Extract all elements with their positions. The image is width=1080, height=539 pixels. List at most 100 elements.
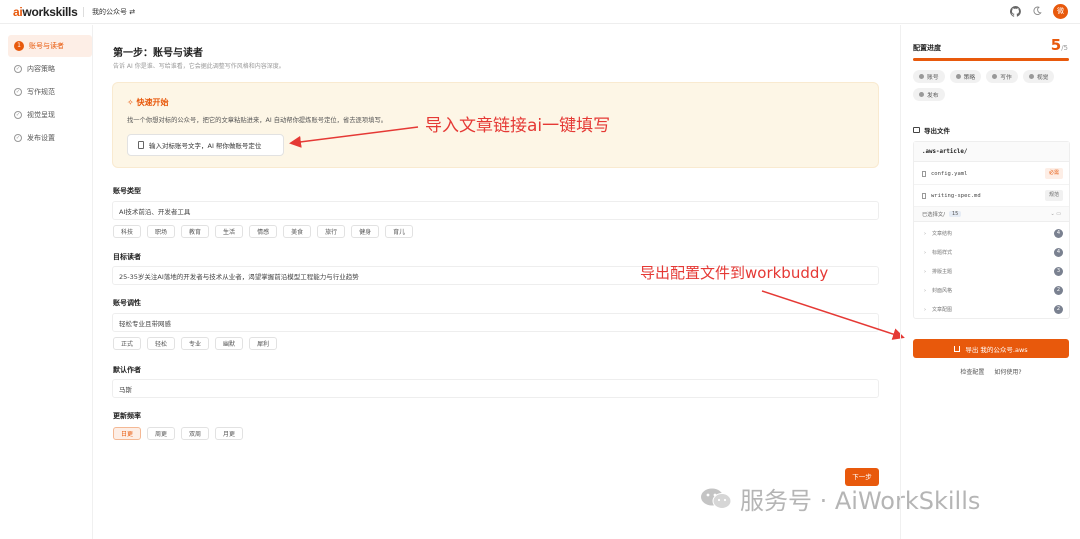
sparkle-icon: ✧: [127, 98, 134, 107]
tag[interactable]: 双周: [181, 427, 210, 440]
count-badge: 3: [1054, 267, 1063, 276]
author-label: 默认作者: [113, 366, 141, 374]
tag[interactable]: 月更: [215, 427, 244, 440]
check-circle-icon: ✓: [14, 134, 22, 142]
github-icon[interactable]: [1009, 5, 1021, 18]
sidebar-item-label: 内容策略: [27, 65, 55, 73]
chevron-right-icon: ›: [924, 287, 926, 294]
progress-bar: [913, 58, 1069, 61]
list-item[interactable]: › 排版主题 3: [914, 262, 1069, 281]
step-number: 1: [14, 41, 24, 51]
sidebar-item-label: 发布设置: [27, 134, 55, 142]
list-item[interactable]: › 封面风格 2: [914, 281, 1069, 300]
account-switcher[interactable]: 我的公众号 ⇄: [92, 7, 135, 17]
progress-chip[interactable]: 策略: [949, 70, 982, 83]
root-folder: .aws-article/: [914, 142, 1069, 162]
file-tree: .aws-article/ config.yaml 必需 writing-spe…: [913, 141, 1070, 319]
selected-files-toggle[interactable]: 已选择文/ 15 ⌄ ▭: [914, 207, 1069, 222]
app-logo[interactable]: aiworkskills: [13, 5, 78, 19]
sidebar-item-strategy[interactable]: ✓ 内容策略: [8, 58, 92, 80]
top-icons: 微: [1009, 4, 1068, 19]
progress-chip[interactable]: 发布: [913, 88, 945, 101]
check-circle-icon: ✓: [14, 111, 22, 119]
chevron-right-icon: ›: [924, 230, 926, 237]
list-item[interactable]: › 标题样式 4: [914, 243, 1069, 262]
check-config-link[interactable]: 检查配置: [960, 367, 984, 376]
frequency-tags: 日更 周更 双周 月更: [113, 427, 244, 440]
annotation-export: 导出配置文件到workbuddy: [640, 264, 829, 282]
sidebar-item-account[interactable]: 1 账号与读者: [8, 35, 92, 57]
quick-start-title: ✧ 快速开始: [127, 98, 169, 107]
sidebar-item-label: 账号与读者: [29, 42, 64, 50]
how-to-use-link[interactable]: 如何使用?: [994, 367, 1021, 376]
dot-icon: [955, 74, 961, 79]
divider: [83, 7, 84, 17]
document-icon: [138, 141, 144, 149]
import-benchmark-button[interactable]: 输入对标账号文字，AI 帮你做账号定位: [127, 134, 284, 156]
progress-chip[interactable]: 视觉: [1022, 70, 1055, 83]
tag[interactable]: 美食: [283, 225, 312, 238]
download-icon: [954, 345, 961, 352]
tag[interactable]: 旅行: [317, 225, 346, 238]
avatar[interactable]: 微: [1053, 4, 1068, 19]
tone-input[interactable]: 轻松专业且带网感: [112, 313, 879, 332]
annotation-import: 导入文章链接ai一键填写: [425, 116, 611, 136]
export-files-title: 导出文件: [913, 125, 950, 135]
account-type-label: 账号类型: [113, 187, 141, 195]
tag[interactable]: 健身: [351, 225, 380, 238]
config-panel: 配置进度 5/5 账号 策略 写作 视觉 发布 导出文件 .aws-articl…: [900, 25, 1080, 539]
check-circle-icon: ✓: [14, 88, 22, 96]
dot-icon: [919, 74, 924, 79]
tag[interactable]: 正式: [113, 337, 142, 350]
moon-icon[interactable]: [1031, 6, 1043, 18]
sidebar-item-publish[interactable]: ✓ 发布设置: [8, 127, 92, 149]
chevron-right-icon: ›: [924, 306, 926, 313]
export-button[interactable]: 导出 我的公众号.aws: [913, 339, 1069, 358]
tag[interactable]: 职场: [147, 225, 176, 238]
tag[interactable]: 科技: [113, 225, 142, 238]
count-badge: 2: [1054, 305, 1063, 314]
sidebar-item-visual[interactable]: ✓ 视觉呈现: [8, 104, 92, 126]
tag[interactable]: 情感: [249, 225, 278, 238]
count-badge: 2: [1054, 286, 1063, 295]
dot-icon: [992, 74, 998, 79]
file-row-config[interactable]: config.yaml 必需: [914, 163, 1069, 185]
tag[interactable]: 轻松: [147, 337, 176, 350]
chevron-right-icon: ›: [924, 249, 926, 256]
progress-chip[interactable]: 账号: [913, 70, 945, 83]
progress-chip[interactable]: 写作: [986, 70, 1018, 83]
tag[interactable]: 周更: [147, 427, 176, 440]
panel-links: 检查配置 如何使用?: [913, 367, 1069, 376]
count-badge: 4: [1054, 229, 1063, 238]
list-item[interactable]: › 文章配图 2: [914, 300, 1069, 319]
dot-icon: [1028, 74, 1034, 79]
file-icon: [922, 170, 926, 177]
author-input[interactable]: 马斯: [112, 379, 879, 398]
chevron-down-icon: ⌄ ▭: [1050, 211, 1061, 217]
tag[interactable]: 幽默: [215, 337, 244, 350]
tone-label: 账号调性: [113, 299, 141, 307]
chevron-right-icon: ›: [924, 268, 926, 275]
tag[interactable]: 专业: [181, 337, 210, 350]
tag[interactable]: 犀利: [249, 337, 278, 350]
tag[interactable]: 生活: [215, 225, 244, 238]
tag-selected[interactable]: 日更: [113, 427, 142, 440]
progress-count: 5/5: [1050, 36, 1068, 54]
file-icon: [922, 192, 926, 199]
package-icon: [913, 127, 920, 133]
sidebar: 1 账号与读者 ✓ 内容策略 ✓ 写作规范 ✓ 视觉呈现 ✓ 发布设置: [0, 25, 93, 539]
tag[interactable]: 育儿: [385, 225, 414, 238]
account-type-tags: 科技 职场 教育 生活 情感 美食 旅行 健身 育儿: [113, 225, 414, 238]
check-circle-icon: ✓: [14, 65, 22, 73]
frequency-label: 更新频率: [113, 412, 141, 420]
list-item[interactable]: › 文章结构 4: [914, 224, 1069, 243]
sidebar-item-label: 视觉呈现: [27, 111, 55, 119]
tag[interactable]: 教育: [181, 225, 210, 238]
page-subtitle: 告诉 AI 你是谁、写给谁看，它会据此调整写作风格和内容深度。: [113, 63, 285, 70]
progress-chips: 账号 策略 写作 视觉 发布: [913, 70, 1071, 101]
file-row-spec[interactable]: writing-spec.md 规范: [914, 185, 1069, 207]
page-title: 第一步：账号与读者: [113, 48, 203, 59]
sidebar-item-writing[interactable]: ✓ 写作规范: [8, 81, 92, 103]
account-type-input[interactable]: AI技术前沿、开发者工具: [112, 201, 879, 220]
spec-badge: 规范: [1044, 190, 1063, 201]
